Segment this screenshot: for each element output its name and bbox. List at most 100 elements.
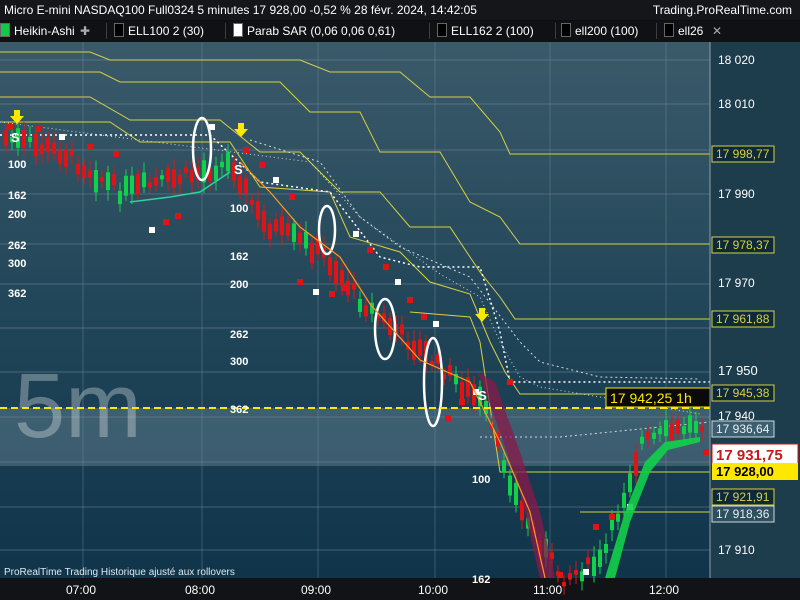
toolbar-separator — [225, 23, 226, 39]
candle-body — [700, 426, 704, 431]
footer-note: ProRealTime Trading Historique ajusté au… — [4, 567, 235, 578]
chart-label: 362 — [230, 404, 248, 416]
candle-body — [562, 582, 566, 587]
time-tick: 08:00 — [185, 583, 215, 597]
candle-body — [418, 339, 422, 356]
candle-body — [64, 149, 68, 167]
indicator-heikin-ashi[interactable]: Heikin-Ashi ✚ — [0, 23, 90, 39]
chart-label: 262 — [230, 329, 248, 341]
time-tick: 10:00 — [418, 583, 448, 597]
indicator-ell100[interactable]: ELL100 2 (30) — [114, 23, 204, 39]
heikin-ashi-swatch — [0, 23, 10, 37]
candle-body — [310, 243, 314, 264]
cursor-price-text: 17 942,25 1h — [610, 390, 692, 406]
candle-body — [130, 175, 134, 194]
candle-body — [508, 475, 512, 496]
candle-body — [616, 513, 620, 522]
indicator-label: ELL162 2 (100) — [451, 24, 534, 38]
sar-dot — [367, 247, 373, 253]
candle-body — [652, 432, 656, 439]
chart-label: 200 — [230, 279, 248, 291]
candle-body — [622, 492, 626, 509]
level-tag-text: 17 998,77 — [716, 147, 770, 161]
sar-dot — [163, 219, 169, 225]
sar-dot — [353, 231, 359, 237]
chart-label: 362 — [8, 288, 26, 300]
candle-body — [268, 223, 272, 240]
candle-body — [298, 232, 302, 244]
candle-body — [688, 415, 692, 433]
candle-body — [460, 382, 464, 400]
candle-body — [280, 216, 284, 236]
sar-dot — [383, 264, 389, 270]
sar-dot — [703, 449, 709, 455]
candle-body — [250, 199, 254, 205]
candle-body — [82, 164, 86, 178]
price-chart[interactable]: 5m 17 942,25 1h 100 162 200 262 300 362 … — [0, 42, 800, 600]
candle-body — [238, 176, 242, 194]
indicator-label: Heikin-Ashi — [14, 24, 75, 38]
candle-body — [514, 482, 518, 505]
candle-body — [166, 168, 170, 182]
indicator-toolbar: Heikin-Ashi ✚ ELL100 2 (30) Parab SAR (0… — [0, 21, 800, 42]
candle-body — [682, 426, 686, 435]
candle-body — [256, 200, 260, 220]
indicator-ell162[interactable]: ELL162 2 (100) — [437, 23, 534, 39]
candle-body — [592, 556, 596, 577]
level-tag-text: 17 936,64 — [716, 422, 770, 436]
sell-signal: S — [11, 130, 20, 145]
candle-body — [52, 142, 56, 154]
sar-dot — [313, 289, 319, 295]
close-toolbar-icon[interactable]: ✕ — [712, 23, 722, 39]
price-tick: 17 970 — [718, 276, 755, 290]
level-tag-text: 17 921,91 — [716, 490, 770, 504]
last-price-text: 17 931,75 — [716, 447, 783, 464]
candle-body — [70, 150, 74, 156]
sar-dot — [113, 151, 119, 157]
indicator-ell26[interactable]: ell26 — [664, 23, 703, 39]
sar-dot — [149, 227, 155, 233]
candle-body — [22, 130, 26, 148]
candle-body — [106, 172, 110, 191]
candle-body — [694, 421, 698, 434]
candle-body — [352, 282, 356, 290]
toolbar-separator — [555, 23, 556, 39]
time-tick: 07:00 — [66, 583, 96, 597]
candle-body — [502, 460, 506, 473]
sar-dot — [583, 569, 589, 575]
sell-signal: S — [478, 388, 487, 403]
candle-body — [274, 219, 278, 232]
candle-body — [118, 190, 122, 205]
sar-dot — [35, 126, 41, 132]
price-tick: 17 910 — [718, 543, 755, 557]
candle-body — [610, 519, 614, 531]
candle-body — [40, 144, 44, 155]
candle-body — [100, 177, 104, 182]
indicator-ell200[interactable]: ell200 (100) — [561, 23, 638, 39]
candle-body — [364, 305, 368, 317]
candle-body — [58, 150, 62, 164]
candle-body — [628, 473, 632, 493]
indicator-parab-sar[interactable]: Parab SAR (0,06 0,06 0,61) — [233, 23, 395, 39]
candle-body — [292, 223, 296, 243]
candle-body — [4, 130, 8, 146]
candle-body — [634, 452, 638, 476]
window-title-bar: Micro E-mini NASDAQ100 Full0324 5 minute… — [0, 0, 800, 20]
add-indicator-icon[interactable]: ✚ — [80, 24, 90, 38]
candle-body — [550, 552, 554, 560]
level-tag-text: 17 978,37 — [716, 238, 770, 252]
candle-body — [676, 419, 680, 434]
candle-body — [76, 163, 80, 175]
cursor-price-label: 17 942,25 1h — [605, 387, 711, 408]
sar-dot — [609, 514, 615, 520]
sar-dot — [507, 379, 513, 385]
sar-dot — [395, 279, 401, 285]
toolbar-separator — [106, 23, 107, 39]
candle-body — [598, 549, 602, 567]
chart-label: 162 — [472, 574, 490, 586]
sar-dot — [341, 285, 347, 291]
candle-body — [160, 175, 164, 180]
chart-label: 300 — [8, 258, 26, 270]
candle-body — [328, 256, 332, 276]
candle-body — [304, 231, 308, 249]
